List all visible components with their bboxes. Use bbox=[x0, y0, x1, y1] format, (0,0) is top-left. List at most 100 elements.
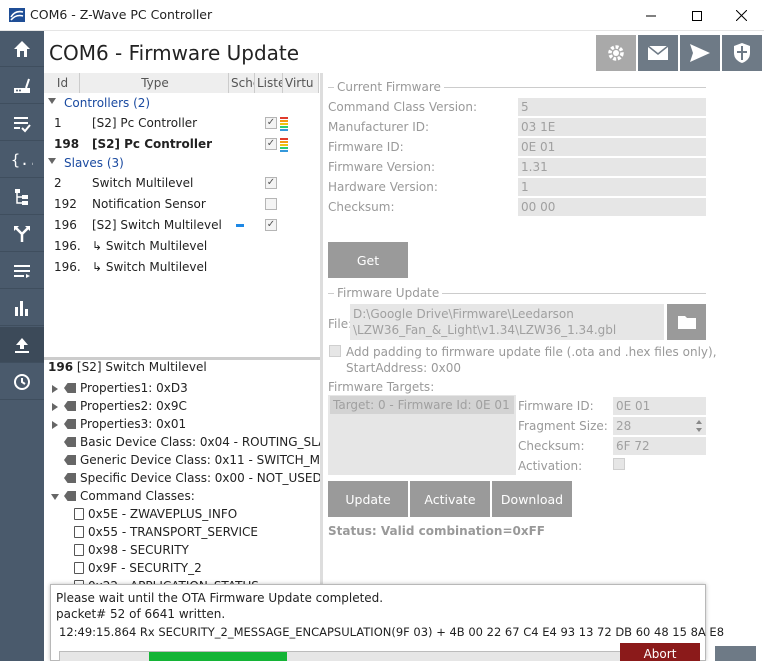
expander-closed-icon[interactable] bbox=[52, 403, 58, 411]
tree-row-node-1[interactable]: 1 [S2] Pc Controller ✓ bbox=[44, 113, 322, 134]
node-id: 196.1 bbox=[54, 239, 80, 253]
close-button[interactable] bbox=[718, 0, 764, 31]
fragment-size-stepper[interactable]: 28 bbox=[613, 417, 706, 435]
property-text: Generic Device Class: 0x11 - SWITCH_MULT… bbox=[80, 453, 321, 467]
nav-log-button[interactable] bbox=[0, 253, 44, 289]
tree-group-controllers[interactable]: Controllers (2) bbox=[44, 93, 322, 114]
column-header-id[interactable]: Id bbox=[44, 73, 80, 93]
braces-icon: {..} bbox=[11, 151, 33, 169]
selected-node-id: 196 bbox=[48, 360, 74, 374]
nav-network-button[interactable] bbox=[0, 68, 44, 104]
tree-row-node-196-2[interactable]: 196.2 ↳ Switch Multilevel bbox=[44, 257, 322, 278]
maximize-button[interactable] bbox=[674, 0, 720, 31]
group-label: Slaves (3) bbox=[64, 156, 124, 170]
nav-checklist-button[interactable] bbox=[0, 105, 44, 141]
property-row[interactable]: Basic Device Class: 0x04 - ROUTING_SLAVE bbox=[48, 434, 321, 452]
title-bar: COM6 - Z-Wave PC Controller bbox=[0, 0, 764, 31]
nav-commands-button[interactable]: {..} bbox=[0, 142, 44, 178]
security-schemes-indicator bbox=[280, 138, 288, 153]
expander-open-icon[interactable] bbox=[48, 98, 56, 104]
tag-icon bbox=[64, 419, 76, 429]
progress-fill bbox=[149, 652, 287, 661]
column-header-listening[interactable]: Liste bbox=[255, 73, 283, 93]
router-icon bbox=[14, 78, 30, 93]
selected-node-heading: 196 [S2] Switch Multilevel bbox=[48, 360, 207, 378]
column-header-virtual[interactable]: Virtu bbox=[283, 73, 319, 93]
tree-row-node-2[interactable]: 2 Switch Multilevel ✓ bbox=[44, 173, 322, 194]
listening-checkbox[interactable]: ✓ bbox=[265, 219, 277, 231]
node-type: [S2] Pc Controller bbox=[92, 137, 212, 151]
update-button[interactable]: Update bbox=[328, 481, 408, 517]
tree-row-node-198[interactable]: 198 [S2] Pc Controller ✓ bbox=[44, 134, 322, 155]
document-icon bbox=[74, 562, 84, 574]
tag-icon bbox=[64, 401, 76, 411]
current-firmware-group: Current Firmware bbox=[328, 80, 706, 94]
tag-icon bbox=[64, 455, 76, 465]
mail-icon bbox=[647, 45, 669, 60]
fragment-size-label: Fragment Size: bbox=[518, 419, 608, 433]
firmware-targets-list[interactable]: Target: 0 - Firmware Id: 0E 01 bbox=[328, 395, 516, 475]
selected-node-type: [S2] Switch Multilevel bbox=[76, 360, 207, 374]
node-type: ↳ Switch Multilevel bbox=[92, 260, 208, 274]
activate-button[interactable]: Activate bbox=[410, 481, 490, 517]
column-header-type[interactable]: Type bbox=[80, 73, 229, 93]
packet-count: packet# 52 of 6641 written. bbox=[56, 607, 226, 621]
listening-checkbox[interactable]: ✓ bbox=[265, 117, 277, 129]
tree-row-node-196[interactable]: 196 [S2] Switch Multilevel ✓ bbox=[44, 215, 322, 236]
expander-open-icon[interactable] bbox=[51, 494, 59, 500]
minimize-button[interactable] bbox=[628, 0, 674, 31]
split-arrow-icon bbox=[14, 225, 30, 242]
security-button[interactable] bbox=[722, 35, 762, 71]
firmware-id-label: Firmware ID: bbox=[328, 140, 404, 154]
side-action-button[interactable] bbox=[715, 646, 756, 661]
settings-button[interactable] bbox=[596, 35, 636, 71]
home-icon bbox=[14, 40, 30, 57]
listening-checkbox[interactable]: ✓ bbox=[265, 138, 277, 150]
file-path-line-1: D:\Google Drive\Firmware\Leedarson bbox=[353, 307, 574, 321]
nav-routing-button[interactable] bbox=[0, 216, 44, 252]
command-class-text: 0x98 - SECURITY bbox=[88, 543, 189, 557]
listening-checkbox[interactable] bbox=[265, 198, 277, 210]
nav-home-button[interactable] bbox=[0, 31, 44, 67]
expander-open-icon[interactable] bbox=[48, 158, 56, 164]
nav-stats-button[interactable] bbox=[0, 290, 44, 326]
upload-icon bbox=[15, 337, 29, 353]
nav-firmware-button[interactable] bbox=[0, 327, 44, 363]
listening-checkbox[interactable]: ✓ bbox=[265, 177, 277, 189]
padding-checkbox[interactable] bbox=[329, 345, 341, 357]
expander-closed-icon[interactable] bbox=[52, 421, 58, 429]
firmware-id-field: 0E 01 bbox=[518, 138, 706, 156]
abort-button[interactable]: Abort bbox=[620, 643, 700, 661]
firmware-targets-label: Firmware Targets: bbox=[328, 380, 435, 394]
node-type: [S2] Switch Multilevel bbox=[92, 218, 222, 232]
mail-button[interactable] bbox=[638, 35, 678, 71]
browse-file-button[interactable] bbox=[667, 304, 706, 340]
progress-message: Please wait until the OTA Firmware Updat… bbox=[56, 591, 384, 605]
activation-checkbox[interactable] bbox=[613, 458, 625, 470]
tree-group-slaves[interactable]: Slaves (3) bbox=[44, 153, 322, 174]
property-row[interactable]: Specific Device Class: 0x00 - NOT_USED bbox=[48, 470, 321, 488]
column-header-schemes[interactable]: Sche bbox=[229, 73, 255, 93]
firmware-version-label: Firmware Version: bbox=[328, 160, 435, 174]
log-line: 12:49:15.864 Rx SECURITY_2_MESSAGE_ENCAP… bbox=[59, 625, 725, 639]
target-firmware-id-field: 0E 01 bbox=[613, 397, 706, 415]
svg-text:{..}: {..} bbox=[11, 151, 33, 169]
target-firmware-id-label: Firmware ID: bbox=[518, 399, 594, 413]
property-row[interactable]: Generic Device Class: 0x11 - SWITCH_MULT… bbox=[48, 452, 321, 470]
command-class-text: 0x55 - TRANSPORT_SERVICE bbox=[88, 525, 259, 539]
nav-history-button[interactable] bbox=[0, 364, 44, 400]
file-path-field[interactable]: D:\Google Drive\Firmware\Leedarson \LZW3… bbox=[350, 304, 664, 340]
scheme-indicator bbox=[236, 224, 244, 227]
maximize-icon bbox=[692, 10, 702, 21]
firmware-target-item[interactable]: Target: 0 - Firmware Id: 0E 01 bbox=[330, 396, 514, 414]
download-button[interactable]: Download bbox=[492, 481, 572, 517]
tree-row-node-196-1[interactable]: 196.1 ↳ Switch Multilevel bbox=[44, 236, 322, 257]
property-text: Properties3: 0x01 bbox=[80, 417, 187, 431]
status-text: Status: Valid combination=0xFF bbox=[328, 524, 545, 538]
tree-row-node-192[interactable]: 192 Notification Sensor bbox=[44, 194, 322, 215]
stepper-arrows-icon[interactable] bbox=[695, 419, 703, 433]
get-button[interactable]: Get bbox=[328, 242, 408, 278]
expander-closed-icon[interactable] bbox=[52, 385, 58, 393]
nav-topology-button[interactable] bbox=[0, 179, 44, 215]
send-button[interactable] bbox=[680, 35, 720, 71]
